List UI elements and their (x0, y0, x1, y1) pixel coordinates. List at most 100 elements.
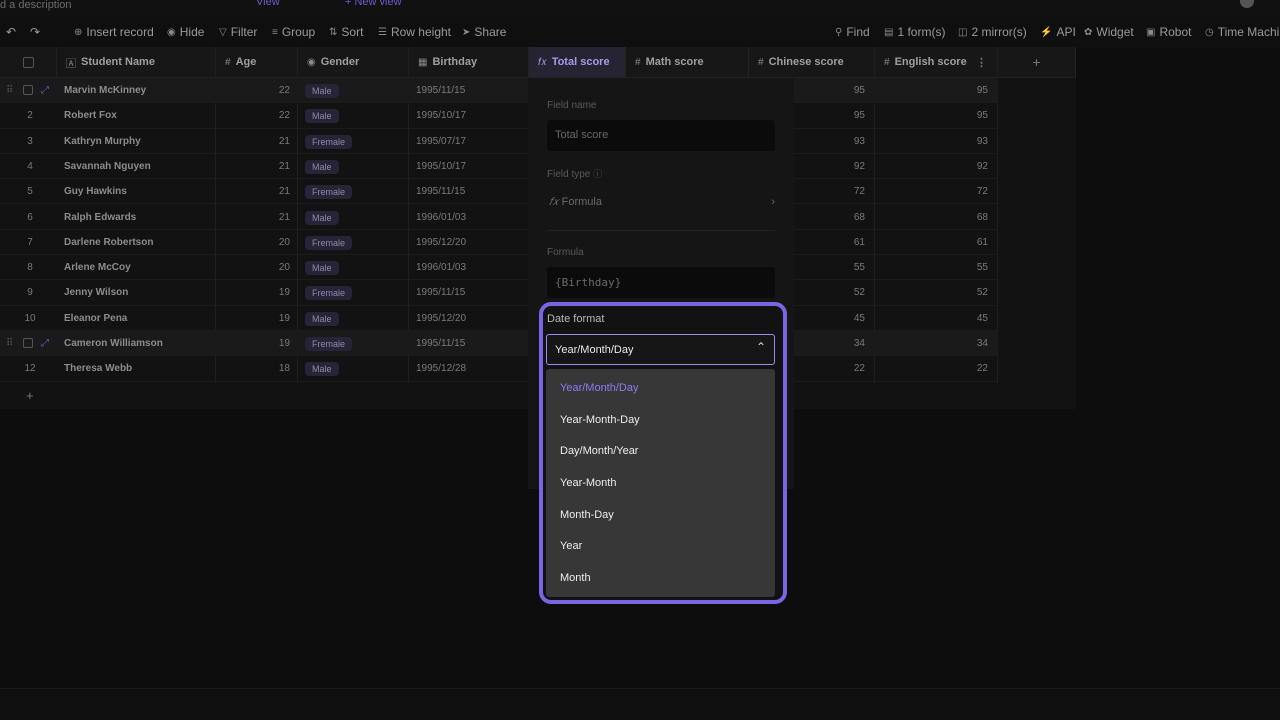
student-name-cell[interactable]: Darlene Robertson (64, 230, 153, 255)
english-score-cell[interactable]: 22 (928, 356, 988, 381)
age-cell[interactable]: 21 (216, 154, 290, 179)
redo-icon[interactable]: ↷ (30, 25, 40, 39)
chinese-score-cell[interactable]: 72 (805, 179, 865, 204)
chinese-score-cell[interactable]: 45 (805, 306, 865, 331)
age-cell[interactable]: 21 (216, 129, 290, 154)
view-tab[interactable]: View (256, 0, 280, 8)
chinese-score-cell[interactable]: 34 (805, 331, 865, 356)
table-row[interactable]: 2 Robert Fox 22 Male 1995/10/17 95 95 (0, 103, 998, 129)
drag-handle-icon[interactable]: ⠿ (6, 78, 13, 103)
row-checkbox[interactable] (23, 85, 33, 95)
student-name-cell[interactable]: Eleanor Pena (64, 306, 127, 331)
birthday-cell[interactable]: 1995/11/15 (416, 78, 465, 103)
widget-button[interactable]: ✿ Widget (1084, 25, 1134, 39)
row-height-button[interactable]: ☰ Row height (378, 25, 451, 39)
table-row[interactable]: 6 Ralph Edwards 21 Male 1996/01/03 68 68 (0, 205, 998, 230)
student-name-cell[interactable]: Theresa Webb (64, 356, 132, 381)
gender-badge[interactable]: Male (305, 159, 339, 174)
column-header-chinese-score[interactable]: # Chinese score (749, 47, 875, 78)
undo-icon[interactable]: ↶ (6, 25, 16, 39)
birthday-cell[interactable]: 1996/01/03 (416, 205, 466, 230)
gender-badge[interactable]: Male (305, 109, 339, 124)
date-format-select[interactable]: Year/Month/Day ⌃ (546, 334, 775, 365)
gender-badge[interactable]: Male (305, 210, 339, 225)
chinese-score-cell[interactable]: 92 (805, 154, 865, 179)
student-name-cell[interactable]: Cameron Williamson (64, 331, 163, 356)
column-header-age[interactable]: # Age (216, 47, 298, 78)
date-format-option[interactable]: Year/Month/Day (560, 382, 638, 394)
english-score-cell[interactable]: 92 (928, 154, 988, 179)
drag-handle-icon[interactable]: ⠿ (6, 331, 13, 356)
column-header-math-score[interactable]: # Math score (626, 47, 749, 78)
description-text[interactable]: d a description (0, 0, 72, 11)
gender-badge[interactable]: Fremale (305, 235, 353, 250)
table-row[interactable]: 4 Savannah Nguyen 21 Male 1995/10/17 92 92 (0, 154, 998, 180)
filter-button[interactable]: ▽ Filter (219, 25, 257, 39)
sort-button[interactable]: ⇅ Sort (329, 25, 363, 39)
column-header-gender[interactable]: ◉ Gender (298, 47, 409, 78)
add-column-button[interactable]: + (998, 47, 1076, 78)
table-row[interactable]: 3 Kathryn Murphy 21 Fremale 1995/07/17 93 93 (0, 129, 998, 154)
student-name-cell[interactable]: Jenny Wilson (64, 280, 128, 305)
gender-badge[interactable]: Fremale (305, 337, 353, 351)
more-icon[interactable]: ⋮ (976, 56, 987, 69)
table-row[interactable]: 9 Jenny Wilson 19 Fremale 1995/11/15 52 52 (0, 280, 998, 306)
english-score-cell[interactable]: 61 (928, 230, 988, 255)
age-cell[interactable]: 21 (216, 179, 290, 204)
gender-badge[interactable]: Fremale (305, 134, 353, 149)
birthday-cell[interactable]: 1995/10/17 (416, 154, 466, 179)
row-checkbox[interactable] (23, 338, 33, 348)
column-header-english-score[interactable]: # English score ⋮ (875, 47, 998, 78)
gender-badge[interactable]: Male (305, 311, 339, 326)
english-score-cell[interactable]: 68 (928, 205, 988, 230)
field-type-select[interactable]: 𝑓𝑥 Formula › (549, 196, 777, 209)
english-score-cell[interactable]: 55 (928, 255, 988, 280)
chinese-score-cell[interactable]: 95 (805, 78, 865, 103)
student-name-cell[interactable]: Kathryn Murphy (64, 129, 141, 154)
table-row[interactable]: 7 Darlene Robertson 20 Fremale 1995/12/20 61 6… (0, 230, 998, 256)
api-button[interactable]: ⚡ API (1040, 25, 1076, 39)
table-row[interactable]: ⠿ ⤢ Marvin McKinney 22 Male 1995/11/15 95 95 (0, 78, 998, 104)
chinese-score-cell[interactable]: 22 (805, 356, 865, 381)
find-button[interactable]: ⚲ Find (835, 25, 870, 39)
english-score-cell[interactable]: 95 (928, 78, 988, 103)
birthday-cell[interactable]: 1996/01/03 (416, 255, 466, 280)
birthday-cell[interactable]: 1995/07/17 (416, 129, 466, 154)
english-score-cell[interactable]: 93 (928, 129, 988, 154)
table-row[interactable]: 10 Eleanor Pena 19 Male 1995/12/20 45 45 (0, 306, 998, 331)
select-all-checkbox[interactable] (22, 56, 34, 68)
english-score-cell[interactable]: 72 (928, 179, 988, 204)
student-name-cell[interactable]: Arlene McCoy (64, 255, 131, 280)
chinese-score-cell[interactable]: 52 (805, 280, 865, 305)
age-cell[interactable]: 19 (216, 306, 290, 331)
age-cell[interactable]: 22 (216, 103, 290, 128)
table-row[interactable]: 12 Theresa Webb 18 Male 1995/12/28 22 22 (0, 356, 998, 382)
hide-button[interactable]: ◉ Hide (167, 25, 204, 39)
date-format-option[interactable]: Month-Day (560, 509, 614, 521)
birthday-cell[interactable]: 1995/12/20 (416, 306, 466, 331)
age-cell[interactable]: 18 (216, 356, 290, 381)
gender-badge[interactable]: Male (305, 261, 339, 276)
gender-badge[interactable]: Fremale (305, 286, 353, 301)
table-row[interactable]: ⠿ ⤢ Cameron Williamson 19 Fremale 1995/11/15 3… (0, 331, 998, 357)
time-machine-button[interactable]: ◷ Time Machi (1205, 25, 1279, 39)
birthday-cell[interactable]: 1995/11/15 (416, 280, 465, 305)
english-score-cell[interactable]: 34 (928, 331, 988, 356)
age-cell[interactable]: 19 (216, 280, 290, 305)
birthday-cell[interactable]: 1995/10/17 (416, 103, 466, 128)
avatar[interactable] (1240, 0, 1254, 8)
add-row-button[interactable]: + (26, 388, 34, 403)
help-icon[interactable]: ⓘ (593, 169, 602, 179)
date-format-option[interactable]: Day/Month/Year (560, 445, 638, 457)
date-format-option[interactable]: Year-Month-Day (560, 414, 640, 426)
expand-icon[interactable]: ⤢ (41, 331, 49, 356)
table-row[interactable]: 8 Arlene McCoy 20 Male 1996/01/03 55 55 (0, 255, 998, 281)
student-name-cell[interactable]: Ralph Edwards (64, 205, 136, 230)
age-cell[interactable]: 19 (216, 331, 290, 356)
student-name-cell[interactable]: Guy Hawkins (64, 179, 127, 204)
birthday-cell[interactable]: 1995/12/20 (416, 230, 466, 255)
column-header-total-score[interactable]: 𝑓𝑥 Total score (529, 47, 626, 78)
date-format-option[interactable]: Year (560, 540, 582, 552)
student-name-cell[interactable]: Savannah Nguyen (64, 154, 151, 179)
english-score-cell[interactable]: 45 (928, 306, 988, 331)
